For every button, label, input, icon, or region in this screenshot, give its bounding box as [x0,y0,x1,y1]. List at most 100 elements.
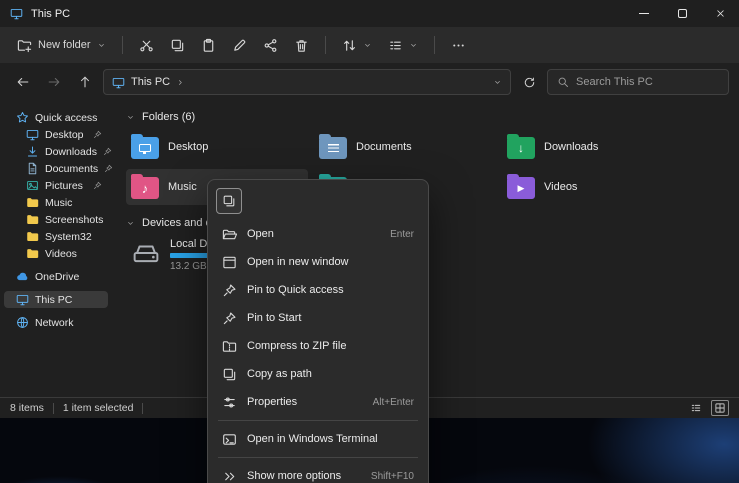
pin-icon [93,130,102,139]
address-dropdown-chevron-icon[interactable] [493,78,502,87]
menu-item-properties[interactable]: Properties Alt+Enter [212,388,424,416]
more-options-button[interactable] [444,31,473,59]
minimize-icon [639,13,649,14]
sidebar-item-onedrive[interactable]: OneDrive [4,268,108,285]
menu-item-pin-to-quick-access[interactable]: Pin to Quick access [212,276,424,304]
this-pc-icon [16,293,29,306]
search-input[interactable] [576,76,719,88]
sidebar-item-quick-access[interactable]: Quick access [4,109,108,126]
sidebar-item-music[interactable]: Music [4,194,108,211]
command-bar: New folder [0,27,739,63]
menu-item-shortcut: Shift+F10 [371,471,414,482]
sidebar-item-screenshots[interactable]: Screenshots [4,211,108,228]
large-icons-view-icon [714,402,726,414]
pin-icon [222,283,237,298]
sidebar-item-pictures[interactable]: Pictures [4,177,108,194]
copy-icon [170,38,185,53]
new-folder-icon [17,38,32,53]
sidebar-label: This PC [35,294,72,306]
status-divider [53,403,54,414]
folder-tile-downloads[interactable]: ↓ Downloads [502,129,684,165]
monitor-glyph [139,144,151,152]
view-toggles [687,400,729,416]
context-menu: Open Enter Open in new window Pin to Qui… [207,179,429,483]
view-button[interactable] [381,31,425,59]
large-icons-view-toggle[interactable] [711,400,729,416]
sidebar-item-network[interactable]: Network [4,314,108,331]
menu-item-label: Pin to Quick access [247,284,344,296]
menu-item-open[interactable]: Open Enter [212,220,424,248]
quick-access-star-icon [16,111,29,124]
folders-group-header[interactable]: Folders (6) [126,107,739,127]
folders-group-label: Folders (6) [142,111,195,123]
paste-button[interactable] [194,31,223,59]
menu-separator [218,420,418,421]
close-icon [715,8,726,19]
rename-button[interactable] [225,31,254,59]
sidebar-label: Quick access [35,112,97,124]
details-view-toggle[interactable] [687,400,705,416]
sidebar-item-downloads[interactable]: Downloads [4,143,108,160]
cut-button[interactable] [132,31,161,59]
sidebar-label: System32 [45,231,92,243]
minimize-button[interactable] [625,0,663,27]
hard-drive-icon [131,240,161,266]
menu-item-label: Pin to Start [247,312,301,324]
sidebar-label: Documents [45,163,98,175]
sidebar-item-documents[interactable]: Documents [4,160,108,177]
search-box[interactable] [547,69,729,95]
back-arrow-icon [16,75,30,89]
menu-item-shortcut: Enter [390,229,414,240]
pin-icon [104,164,112,173]
menu-item-label: Show more options [247,470,341,482]
onedrive-cloud-icon [16,270,29,283]
menu-item-open-in-windows-terminal[interactable]: Open in Windows Terminal [212,425,424,453]
share-icon [263,38,278,53]
menu-item-compress-to-zip[interactable]: Compress to ZIP file [212,332,424,360]
menu-item-show-more-options[interactable]: Show more options Shift+F10 [212,462,424,483]
sidebar-item-desktop[interactable]: Desktop [4,126,108,143]
address-bar[interactable]: This PC [103,69,511,95]
menu-item-pin-to-start[interactable]: Pin to Start [212,304,424,332]
back-button[interactable] [10,69,36,95]
this-pc-app-icon [10,7,23,20]
properties-icon [222,395,237,410]
share-button[interactable] [256,31,285,59]
chevron-right-icon [176,78,185,87]
delete-button[interactable] [287,31,316,59]
sidebar-label: Network [35,317,74,329]
up-button[interactable] [72,69,98,95]
titlebar: This PC [0,0,739,27]
sort-icon [342,38,357,53]
sidebar-item-system32[interactable]: System32 [4,228,108,245]
menu-item-copy-as-path[interactable]: Copy as path [212,360,424,388]
sidebar-item-videos[interactable]: Videos [4,245,108,262]
folder-tile-documents[interactable]: Documents [314,129,496,165]
address-location[interactable]: This PC [131,76,170,88]
close-button[interactable] [701,0,739,27]
details-view-icon [690,402,702,414]
menu-item-label: Open in Windows Terminal [247,433,378,445]
delete-icon [294,38,309,53]
sidebar-item-this-pc[interactable]: This PC [4,291,108,308]
folder-tile-desktop[interactable]: Desktop [126,129,308,165]
menu-item-open-in-new-window[interactable]: Open in new window [212,248,424,276]
new-folder-button[interactable]: New folder [10,31,113,59]
folder-tile-videos[interactable]: ▶ Videos [502,169,684,205]
show-more-icon [222,469,237,483]
down-arrow-glyph: ↓ [518,142,524,154]
maximize-button[interactable] [663,0,701,27]
items-count: 8 items [10,402,44,414]
sort-button[interactable] [335,31,379,59]
pin-icon [93,181,102,190]
search-icon [557,76,569,88]
navigation-bar: This PC [0,63,739,101]
menu-item-label: Open in new window [247,256,349,268]
refresh-button[interactable] [516,69,542,95]
copy-icon-button[interactable] [216,188,242,214]
menu-item-label: Copy as path [247,368,312,380]
toolbar-divider [325,36,326,54]
copy-button[interactable] [163,31,192,59]
forward-button[interactable] [41,69,67,95]
view-icon [388,38,403,53]
